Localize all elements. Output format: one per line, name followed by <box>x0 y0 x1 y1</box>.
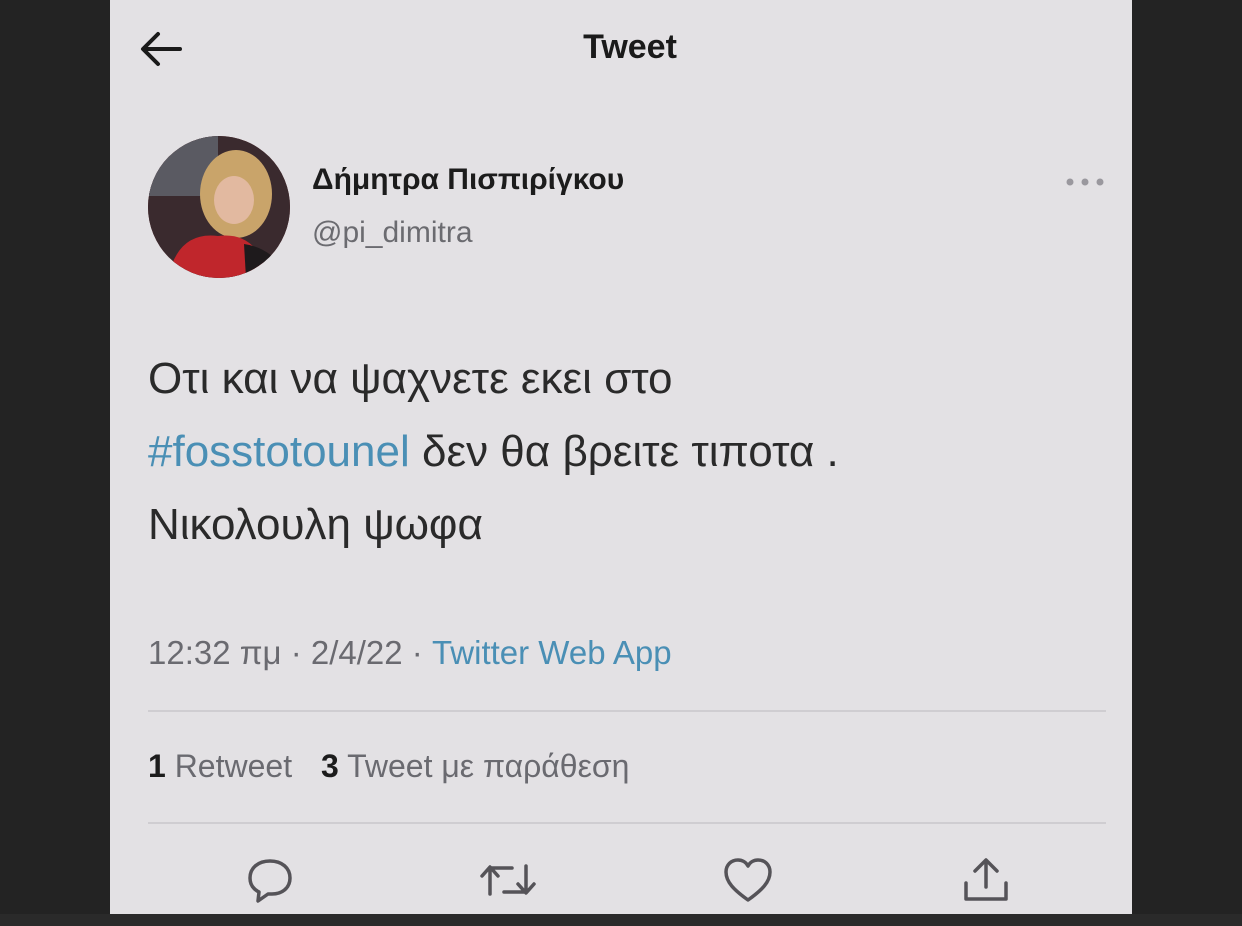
share-button[interactable] <box>956 852 1016 908</box>
tweet-text: Οτι και να ψαχνετε εκει στο #fosstotoune… <box>148 342 1108 561</box>
tweet-line-3: Νικολουλη ψωφα <box>148 500 483 549</box>
retweets-stat[interactable]: 1 Retweet <box>148 748 292 784</box>
like-icon <box>724 858 772 902</box>
divider-top <box>148 710 1106 712</box>
tweet-line-2-text: δεν θα βρειτε τιποτα . <box>409 427 839 476</box>
tweet-detail-screen: Tweet Δήμητρα Πισπιρίγκου @pi_dimitra Οτ… <box>110 0 1132 914</box>
reply-icon <box>248 859 292 903</box>
tweet-meta: 12:32 πμ · 2/4/22 · Twitter Web App <box>148 634 672 672</box>
quotes-count: 3 <box>320 748 339 784</box>
avatar-image <box>148 136 290 278</box>
divider-bottom <box>148 822 1106 824</box>
like-button[interactable] <box>718 852 778 908</box>
retweets-count: 1 <box>148 748 166 784</box>
author-handle[interactable]: @pi_dimitra <box>312 216 473 250</box>
share-icon <box>964 858 1008 901</box>
tweet-stats: 1 Retweet 3 Tweet με παράθεση <box>148 748 649 785</box>
tweet-time[interactable]: 12:32 πμ <box>148 634 282 671</box>
more-horizontal-icon <box>1066 178 1104 186</box>
more-options-button[interactable] <box>1060 168 1110 196</box>
author-display-name[interactable]: Δήμητρα Πισπιρίγκου <box>312 163 624 197</box>
tweet-source-link[interactable]: Twitter Web App <box>432 634 672 671</box>
page-title: Tweet <box>583 28 677 66</box>
bottom-strip <box>0 914 1242 926</box>
tweet-line-2: #fosstotounel δεν θα βρειτε τιποτα . <box>148 415 1108 488</box>
retweets-label: Retweet <box>174 748 293 784</box>
meta-separator-2: · <box>402 634 432 671</box>
quote-tweets-stat[interactable]: 3 Tweet με παράθεση <box>321 748 629 784</box>
tweet-date[interactable]: 2/4/22 <box>311 634 403 671</box>
tweet-line-1: Οτι και να ψαχνετε εκει στο <box>148 354 673 403</box>
retweet-button[interactable] <box>478 852 538 908</box>
quotes-label: Tweet με παράθεση <box>347 748 630 784</box>
retweet-icon <box>480 864 536 896</box>
avatar[interactable] <box>148 136 290 278</box>
reply-button[interactable] <box>240 852 300 908</box>
meta-separator-1: · <box>281 634 311 671</box>
hashtag-link[interactable]: #fosstotounel <box>148 427 410 476</box>
